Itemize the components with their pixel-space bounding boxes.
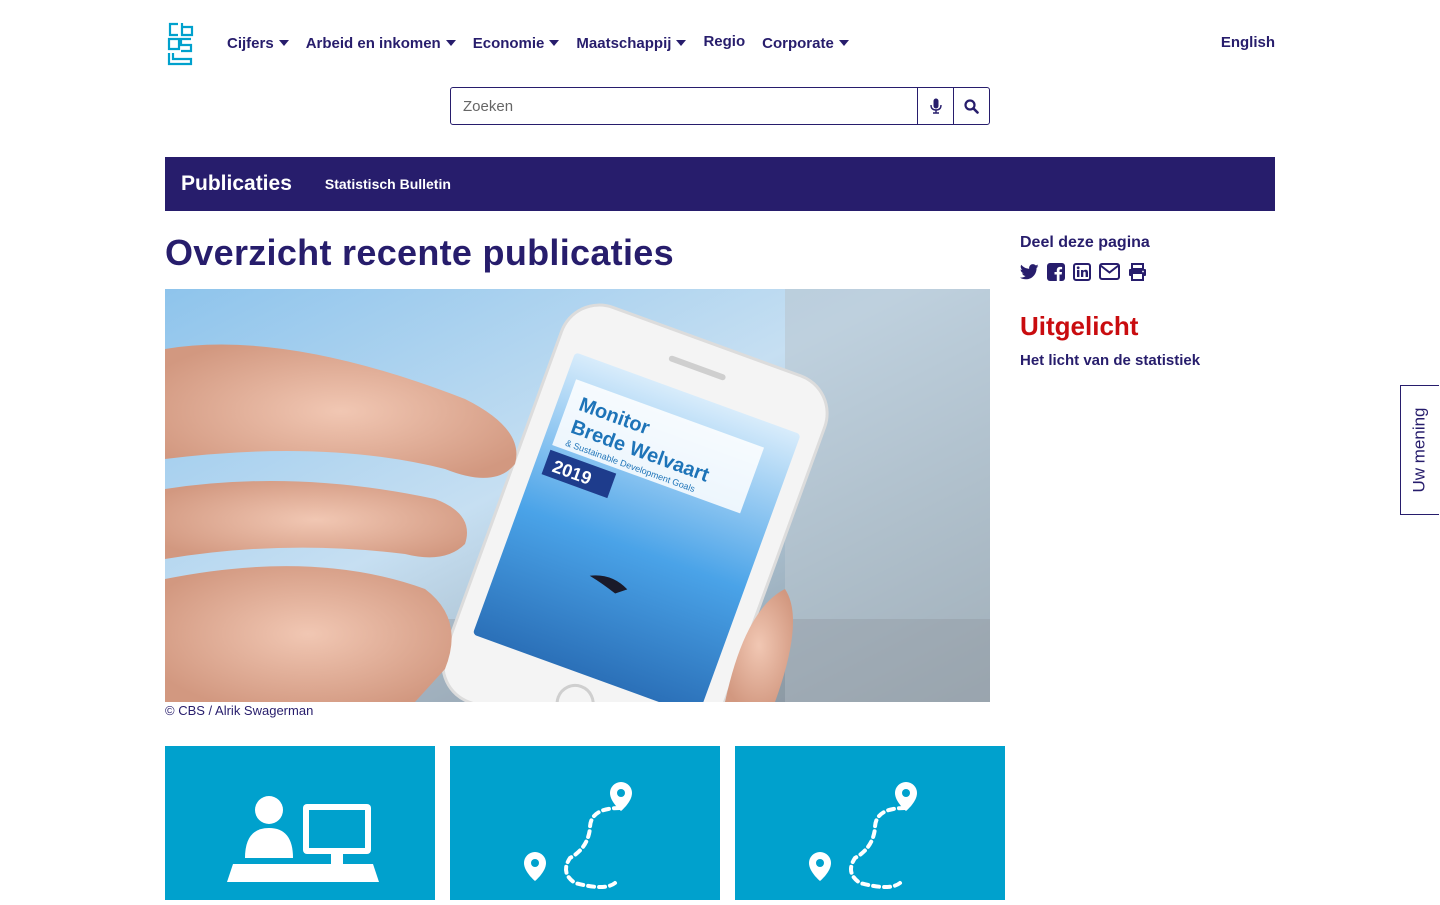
microphone-icon xyxy=(929,98,942,114)
featured-link[interactable]: Het licht van de statistiek xyxy=(1020,352,1200,369)
feedback-tab[interactable]: Uw mening xyxy=(1400,385,1439,515)
search-button[interactable] xyxy=(953,88,989,124)
tile-card[interactable] xyxy=(735,746,1005,900)
search-icon xyxy=(964,98,979,114)
nav-item-corporate[interactable]: Corporate xyxy=(762,35,849,52)
nav-label: Arbeid en inkomen xyxy=(305,34,441,52)
hero-image: Monitor Brede Welvaart & Sustainable Dev… xyxy=(165,289,990,702)
section-bar: Publicaties Statistisch Bulletin xyxy=(165,157,1275,211)
linkedin-icon[interactable] xyxy=(1073,263,1091,281)
nav-item-economie[interactable]: Economie xyxy=(473,35,560,52)
main-nav: Cijfers Arbeid en inkomen Economie Maats… xyxy=(227,30,866,56)
print-icon[interactable] xyxy=(1128,263,1147,281)
hero-caption: © CBS / Alrik Swagerman xyxy=(165,703,314,718)
nav-item-regio[interactable]: Regio xyxy=(703,33,745,50)
route-map-icon xyxy=(524,782,632,889)
caret-down-icon xyxy=(445,40,456,46)
nav-label: Corporate xyxy=(762,34,834,52)
caret-down-icon xyxy=(278,40,289,46)
page-title: Overzicht recente publicaties xyxy=(165,232,674,273)
search-bar xyxy=(450,87,990,125)
cbs-logo-icon[interactable] xyxy=(165,22,195,66)
share-title: Deel deze pagina xyxy=(1020,234,1150,251)
nav-item-maatschappij[interactable]: Maatschappij xyxy=(576,34,687,52)
tile-card[interactable] xyxy=(450,746,720,900)
tile-card[interactable] xyxy=(165,746,435,900)
share-icons xyxy=(1020,263,1155,281)
page: Cijfers Arbeid en inkomen Economie Maats… xyxy=(165,0,1275,900)
twitter-icon[interactable] xyxy=(1020,263,1039,281)
nav-label: Cijfers xyxy=(227,34,274,52)
section-title[interactable]: Publicaties xyxy=(181,172,292,196)
nav-item-arbeid-en-inkomen[interactable]: Arbeid en inkomen xyxy=(306,35,456,52)
email-icon[interactable] xyxy=(1099,263,1120,281)
nav-item-cijfers[interactable]: Cijfers xyxy=(227,35,289,52)
nav-label: Economie xyxy=(472,34,545,52)
facebook-icon[interactable] xyxy=(1047,263,1065,281)
caret-down-icon xyxy=(549,40,560,46)
featured-title: Uitgelicht xyxy=(1020,311,1139,341)
feedback-label: Uw mening xyxy=(1410,407,1430,493)
nav-label: Maatschappij xyxy=(576,34,672,52)
person-at-computer-icon xyxy=(227,796,379,882)
nav-label: Regio xyxy=(703,33,746,50)
language-link[interactable]: English xyxy=(1221,34,1275,51)
search-input[interactable] xyxy=(451,88,917,124)
section-link-statistisch-bulletin[interactable]: Statistisch Bulletin xyxy=(325,176,451,192)
route-map-icon xyxy=(809,782,917,889)
caret-down-icon xyxy=(838,40,849,46)
tiles-row xyxy=(165,746,1020,900)
caret-down-icon xyxy=(676,40,687,46)
voice-search-button[interactable] xyxy=(917,88,953,124)
